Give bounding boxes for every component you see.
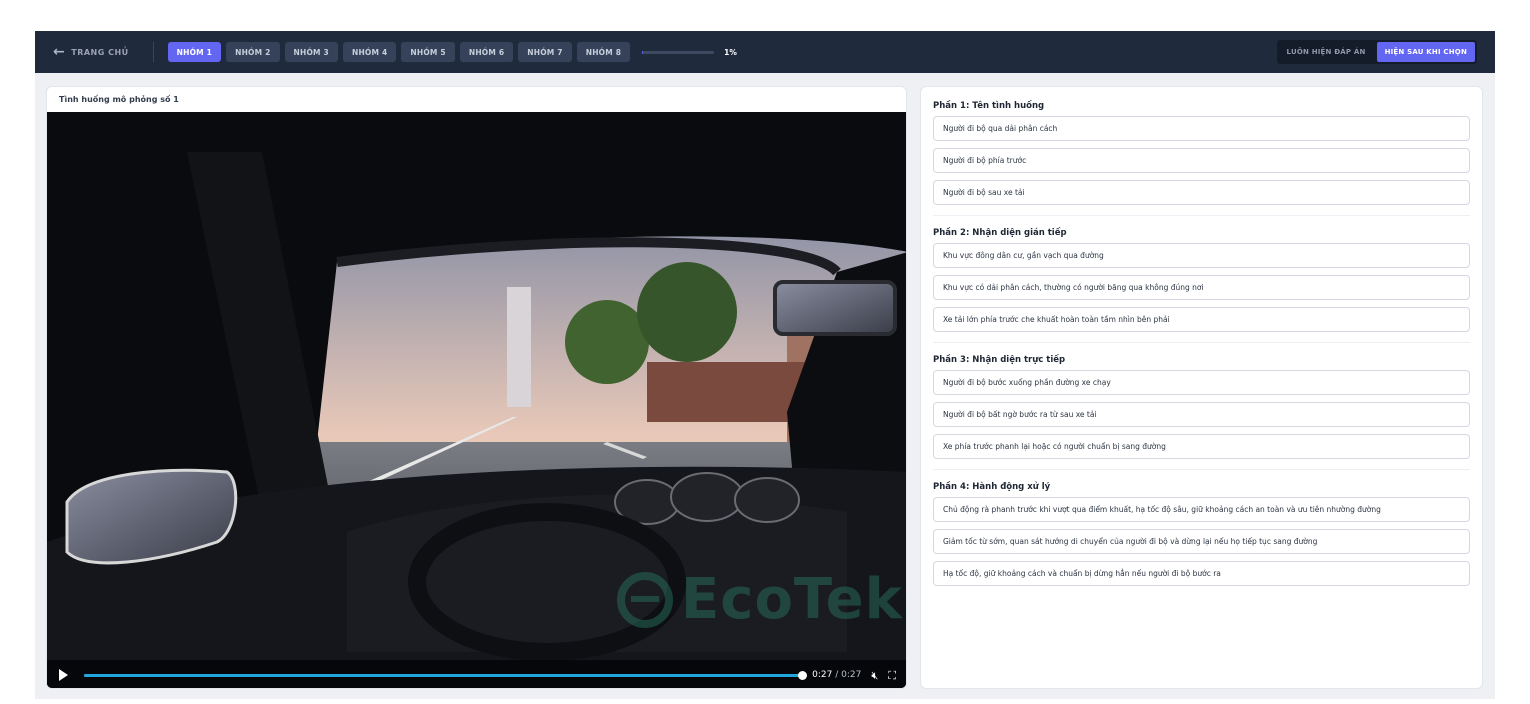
top-bar: ← TRANG CHỦ NHÓM 1 NHÓM 2 NHÓM 3 NHÓM 4 … [35, 31, 1495, 73]
play-icon[interactable] [59, 669, 68, 681]
tab-group-6[interactable]: NHÓM 6 [459, 42, 514, 62]
seek-handle[interactable] [798, 670, 808, 680]
answer-option[interactable]: Khu vực có dải phân cách, thường có ngườ… [933, 275, 1470, 300]
mode-always-show-button[interactable]: LUÔN HIỆN ĐÁP ÁN [1279, 42, 1374, 62]
answer-mode-toggle: LUÔN HIỆN ĐÁP ÁN HIỆN SAU KHI CHỌN [1276, 40, 1477, 64]
tab-group-4[interactable]: NHÓM 4 [342, 42, 397, 62]
app-frame: ← TRANG CHỦ NHÓM 1 NHÓM 2 NHÓM 3 NHÓM 4 … [35, 31, 1495, 699]
video-title: Tình huống mô phỏng số 1 [59, 95, 179, 104]
divider [933, 469, 1470, 470]
section-3: Phần 3: Nhận diện trực tiếp Người đi bộ … [933, 353, 1470, 459]
time-display: 0:27 / 0:27 [812, 670, 861, 680]
seek-bar[interactable] [84, 670, 808, 680]
page-root: ← TRANG CHỦ NHÓM 1 NHÓM 2 NHÓM 3 NHÓM 4 … [0, 0, 1530, 704]
answer-option[interactable]: Xe tải lớn phía trước che khuất hoàn toà… [933, 307, 1470, 332]
section-title: Phần 3: Nhận diện trực tiếp [933, 355, 1066, 365]
back-home-label: TRANG CHỦ [71, 47, 129, 57]
tab-group-3[interactable]: NHÓM 3 [284, 42, 338, 62]
answer-option[interactable]: Khu vực đông dân cư, gần vạch qua đường [933, 243, 1470, 268]
back-home-link[interactable]: ← TRANG CHỦ [53, 45, 129, 59]
divider [933, 215, 1470, 216]
answer-option[interactable]: Chủ động rà phanh trước khi vượt qua điể… [933, 497, 1470, 522]
divider [933, 342, 1470, 343]
section-title: Phần 1: Tên tình huống [933, 101, 1045, 111]
tab-group-8[interactable]: NHÓM 8 [576, 42, 631, 62]
mute-icon[interactable]: 🔇︎ [871, 670, 878, 681]
progress: 1% [642, 48, 737, 57]
progress-fill [642, 50, 643, 54]
progress-bar [642, 50, 715, 54]
divider [152, 42, 154, 62]
mode-show-after-select-button[interactable]: HIỆN SAU KHI CHỌN [1376, 42, 1475, 62]
answer-option[interactable]: Hạ tốc độ, giữ khoảng cách và chuẩn bị d… [933, 561, 1470, 586]
tab-group-2[interactable]: NHÓM 2 [226, 42, 280, 62]
progress-percent: 1% [724, 47, 737, 57]
answer-option[interactable]: Người đi bộ qua dải phân cách [933, 116, 1470, 141]
section-title: Phần 4: Hành động xử lý [933, 482, 1051, 492]
video-card: Tình huống mô phỏng số 1 EcoTek 0:27 / 0… [46, 86, 907, 689]
current-time: 0:27 [812, 670, 833, 680]
answer-option[interactable]: Người đi bộ phía trước [933, 148, 1470, 173]
ecotek-logo-icon [617, 571, 673, 628]
section-1: Phần 1: Tên tình huống Người đi bộ qua d… [933, 99, 1470, 205]
question-panel: Phần 1: Tên tình huống Người đi bộ qua d… [920, 86, 1483, 689]
section-4: Phần 4: Hành động xử lý Chủ động rà phan… [933, 480, 1470, 586]
tab-group-5[interactable]: NHÓM 5 [401, 42, 455, 62]
group-tabs: NHÓM 1 NHÓM 2 NHÓM 3 NHÓM 4 NHÓM 5 NHÓM … [167, 42, 631, 62]
watermark-text: EcoTek [681, 567, 903, 632]
duration: 0:27 [841, 670, 862, 680]
answer-option[interactable]: Giảm tốc từ sớm, quan sát hướng di chuyể… [933, 529, 1470, 554]
time-separator: / [835, 670, 839, 680]
section-2: Phần 2: Nhận diện gián tiếp Khu vực đông… [933, 226, 1470, 332]
arrow-left-icon: ← [53, 44, 66, 60]
watermark-logo: EcoTek [617, 567, 903, 632]
seek-fill [84, 673, 803, 677]
answer-option[interactable]: Người đi bộ sau xe tải [933, 180, 1470, 205]
tab-group-1[interactable]: NHÓM 1 [167, 42, 222, 62]
answer-option[interactable]: Xe phía trước phanh lại hoặc có người ch… [933, 434, 1470, 459]
fullscreen-icon[interactable]: ⛶ [888, 670, 896, 681]
video-controls: 0:27 / 0:27 🔇︎ ⛶ [47, 660, 906, 688]
tab-group-7[interactable]: NHÓM 7 [518, 42, 572, 62]
section-title: Phần 2: Nhận diện gián tiếp [933, 228, 1067, 238]
answer-option[interactable]: Người đi bộ bất ngờ bước ra từ sau xe tả… [933, 402, 1470, 427]
answer-option[interactable]: Người đi bộ bước xuống phần đường xe chạ… [933, 370, 1470, 395]
video-player[interactable]: EcoTek 0:27 / 0:27 🔇︎ ⛶ [47, 112, 906, 688]
